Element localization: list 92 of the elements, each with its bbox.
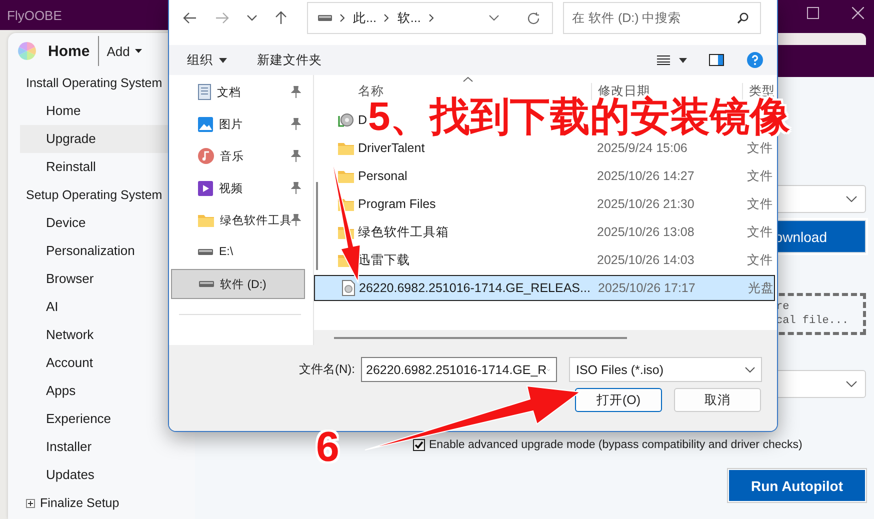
- checkbox-label: Enable advanced upgrade mode (bypass compatibility and driver checks): [429, 439, 802, 451]
- file-row[interactable]: 26220.6982.251016-1714.GE_RELEAS... 2025/10/26 17:17 光盘: [314, 275, 775, 301]
- nav-pane-item[interactable]: 绿色软件工具: [171, 205, 305, 235]
- annotation-text: 6: [316, 424, 340, 470]
- address-bar[interactable]: 此... 软...: [307, 2, 553, 34]
- pin-icon[interactable]: [291, 150, 301, 162]
- file-name: Personal: [358, 169, 408, 183]
- file-name: 绿色软件工具箱: [358, 224, 450, 240]
- file-row[interactable]: DriverTalent 2025/9/24 15:06 文件: [314, 135, 775, 161]
- back-icon[interactable]: [183, 12, 197, 24]
- file-name-label: 文件名(N):: [298, 361, 355, 378]
- film-icon: [198, 180, 213, 196]
- run-autopilot-button[interactable]: Run Autopilot: [728, 469, 866, 502]
- folder-icon: [198, 214, 214, 226]
- file-name: D: [358, 113, 368, 127]
- up-arrow-icon[interactable]: [275, 11, 287, 25]
- chevron-down-icon: [745, 366, 755, 372]
- checkbox[interactable]: [413, 439, 425, 451]
- nav-pane-item[interactable]: 软件 (D:): [171, 269, 305, 299]
- file-date: 2025/10/26 21:30: [596, 197, 696, 211]
- file-type: 文件: [746, 140, 773, 156]
- folder-icon: [338, 142, 354, 154]
- pin-icon[interactable]: [291, 182, 301, 194]
- chevron-right-icon: [384, 14, 390, 22]
- nav-pane-item[interactable]: E:\: [171, 237, 305, 267]
- file-type: 文件: [746, 252, 773, 268]
- file-type-dropdown[interactable]: ISO Files (*.iso): [569, 357, 762, 382]
- group-heading: Setup Operating System: [26, 188, 162, 202]
- refresh-icon[interactable]: [527, 12, 540, 24]
- organize-button[interactable]: 组织: [187, 52, 227, 68]
- window-title: FlyOOBE: [7, 8, 62, 22]
- file-type: 光盘: [747, 280, 774, 296]
- chevron-down-icon[interactable]: [489, 15, 499, 21]
- drive-icon: [318, 15, 332, 21]
- file-name-field[interactable]: 26220.6982.251016-1714.GE_R: [361, 357, 557, 382]
- preview-pane-icon[interactable]: [709, 54, 724, 66]
- nav-pane-item[interactable]: 视频: [171, 173, 305, 203]
- nav-pane-item[interactable]: 文档: [171, 77, 305, 107]
- file-date: 2025/10/26 17:17: [597, 281, 696, 295]
- file-date: 2025/10/26 14:27: [596, 169, 696, 183]
- expand-icon[interactable]: [26, 498, 35, 508]
- file-type: 文件: [746, 196, 773, 212]
- group-heading: Finalize Setup: [40, 496, 120, 510]
- disc-file-icon: [342, 280, 355, 296]
- file-date: 2025/9/24 15:06: [596, 141, 688, 155]
- chevron-down-icon: [846, 196, 857, 202]
- pin-icon[interactable]: [291, 214, 301, 226]
- file-row[interactable]: D: [314, 107, 368, 133]
- nav-item[interactable]: Installer: [20, 433, 195, 461]
- group-heading: Install Operating System: [26, 76, 162, 90]
- file-row[interactable]: Personal 2025/10/26 14:27 文件: [314, 163, 775, 189]
- chevron-down-icon[interactable]: [247, 15, 257, 21]
- file-name: 26220.6982.251016-1714.GE_RELEAS...: [359, 281, 592, 295]
- file-date: 2025/10/26 13:08: [596, 225, 696, 239]
- search-icon: [737, 12, 749, 24]
- caret-icon: [134, 49, 142, 53]
- drive-icon: [198, 249, 213, 255]
- new-folder-button[interactable]: 新建文件夹: [257, 52, 322, 68]
- add-menu-button[interactable]: Add: [106, 44, 142, 58]
- dialog-button[interactable]: 打开(O): [575, 388, 662, 412]
- scrollbar[interactable]: [316, 182, 318, 270]
- file-type: 文件: [746, 168, 773, 184]
- network-computer-icon: [338, 112, 354, 128]
- logo-icon: [18, 42, 36, 60]
- view-menu-icon[interactable]: [657, 55, 670, 65]
- file-name: DriverTalent: [358, 141, 426, 155]
- music-icon: [198, 148, 214, 164]
- file-type: 文件: [746, 224, 773, 240]
- search-field[interactable]: 在 软件 (D:) 中搜索: [563, 2, 761, 34]
- maximize-icon[interactable]: [807, 7, 819, 19]
- help-icon[interactable]: [747, 52, 763, 68]
- pin-icon[interactable]: [291, 86, 301, 98]
- file-date: 2025/10/26 14:03: [596, 253, 696, 267]
- dialog-button[interactable]: 取消: [674, 388, 761, 412]
- chevron-down-icon: [846, 381, 857, 387]
- file-name: Program Files: [358, 197, 437, 211]
- caret-icon: [219, 58, 227, 62]
- breadcrumb[interactable]: 此...: [353, 10, 376, 26]
- drive-icon: [199, 281, 214, 287]
- chevron-right-icon: [428, 14, 434, 22]
- breadcrumb[interactable]: 软...: [397, 10, 421, 26]
- pin-icon[interactable]: [291, 118, 301, 130]
- close-icon[interactable]: [852, 7, 864, 19]
- folder-icon: [338, 170, 354, 182]
- picture-icon: [198, 116, 213, 132]
- home-title: Home: [48, 42, 90, 60]
- document-icon: [198, 84, 211, 100]
- nav-item[interactable]: Updates: [20, 461, 195, 489]
- caret-icon[interactable]: [679, 58, 687, 62]
- scrollbar[interactable]: [334, 336, 627, 338]
- chevron-right-icon: [340, 14, 345, 22]
- sort-caret-icon[interactable]: [463, 77, 473, 82]
